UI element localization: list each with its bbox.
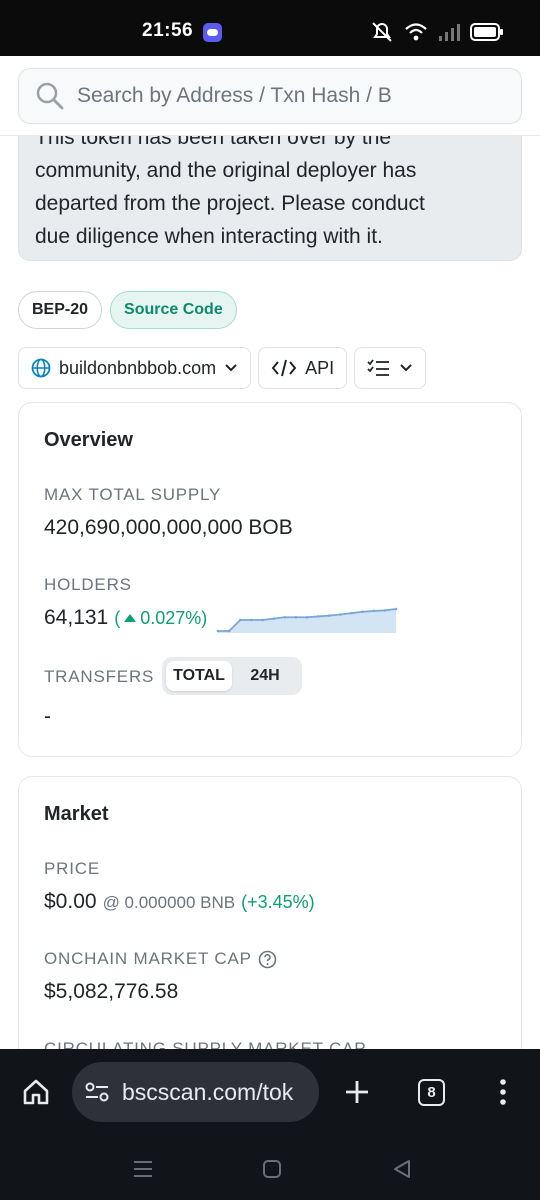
token-badges: BEP-20 Source Code [18,291,237,329]
checklist-icon [367,359,390,376]
search-header [0,56,540,136]
token-standard-badge[interactable]: BEP-20 [18,291,103,329]
weather-app-icon [203,23,222,42]
sparkline-point [272,617,275,620]
price-bnb: @ 0.000000 BNB [102,893,236,912]
sparkline-point [394,607,398,611]
warning-line: due diligence when interacting with it. [35,225,383,248]
api-button[interactable]: API [258,347,348,389]
market-card: Market PRICE $0.00 @ 0.000000 BNB (+3.45… [18,776,522,1096]
sparkline-point [216,629,220,633]
status-bar: 21:56 [0,0,540,56]
holders-change-value: 0.027% [140,607,202,628]
mcap-label: ONCHAIN MARKET CAP [44,949,252,968]
sparkline-point [372,609,376,613]
max-supply-label: MAX TOTAL SUPPLY [44,485,222,504]
sparkline-point [305,615,309,619]
sparkline-point [383,609,387,612]
system-nav-bar [0,1152,540,1200]
browser-toolbar: bscscan.com/tok 8 [0,1049,540,1200]
transfers-value: - [44,705,51,728]
sparkline-point [339,613,342,616]
back-nav-icon[interactable] [392,1159,412,1179]
tab-switcher-button[interactable]: 8 [418,1079,445,1106]
sparkline-area [218,609,396,633]
globe-icon [31,358,51,378]
battery-icon [470,23,503,41]
transfers-tab-total[interactable]: TOTAL [166,661,232,691]
warning-line: community, and the original deployer has [35,159,417,182]
signal-icon [439,24,460,41]
holders-sparkline [216,607,398,633]
website-label: buildonbnbbob.com [59,357,217,378]
market-title: Market [44,803,109,825]
status-icons [370,21,504,43]
holders-label: HOLDERS [44,575,132,594]
source-code-badge[interactable]: Source Code [110,291,237,329]
sparkline-point [261,618,264,622]
sparkline-point [361,610,364,614]
chevron-down-icon [225,364,237,372]
sparkline-point [238,618,242,622]
status-time: 21:56 [142,20,194,41]
home-icon[interactable] [22,1078,50,1106]
address-bar[interactable]: bscscan.com/tok [72,1062,319,1122]
overview-title: Overview [44,429,133,451]
sparkline-point [294,615,298,619]
search-box[interactable] [18,68,522,124]
sparkline-point [227,629,231,633]
website-dropdown-button[interactable]: buildonbnbbob.com [18,347,252,389]
code-icon [271,359,297,377]
sparkline-point [350,611,353,615]
warning-line: departed from the project. Please conduc… [35,192,425,215]
price-value: $0.00 [44,890,97,913]
sparkline-point [283,615,287,619]
sparkline-point [250,618,253,622]
mute-vibrate-icon [372,22,392,42]
wifi-icon [405,23,427,41]
price-row: $0.00 @ 0.000000 BNB (+3.45%) [44,890,315,914]
search-icon [36,82,64,110]
holders-change: ( 0.027%) [114,607,208,628]
warning-text: This token has been taken over by the co… [35,121,505,253]
mcap-label-row: ONCHAIN MARKET CAP [44,949,277,969]
transfers-label: TRANSFERS [44,667,155,686]
site-settings-icon[interactable] [84,1080,110,1104]
url-text: bscscan.com/tok [122,1078,294,1105]
max-supply-value: 420,690,000,000,000 BOB [44,516,293,539]
sparkline-point [327,614,331,617]
overview-card: Overview MAX TOTAL SUPPLY 420,690,000,00… [18,402,522,757]
home-nav-icon[interactable] [262,1159,282,1179]
transfers-tab-24h[interactable]: 24H [232,661,298,691]
sparkline-point [316,615,320,618]
help-circle-icon[interactable] [258,950,277,969]
price-change: (+3.45%) [241,892,315,912]
checklist-dropdown-button[interactable] [354,347,427,389]
holders-row: 64,131 ( 0.027%) [44,606,207,630]
holders-value: 64,131 [44,606,109,629]
api-label: API [305,357,335,378]
more-options-icon[interactable] [498,1078,508,1106]
search-input[interactable] [77,84,477,108]
chevron-down-icon [400,364,412,372]
caret-up-icon [124,614,137,622]
transfers-toggle: TOTAL 24H [162,657,302,695]
new-tab-icon[interactable] [343,1078,371,1106]
price-label: PRICE [44,859,100,878]
mcap-value: $5,082,776.58 [44,980,179,1003]
recent-apps-icon[interactable] [132,1159,154,1179]
token-actions: buildonbnbbob.com API [18,347,427,389]
